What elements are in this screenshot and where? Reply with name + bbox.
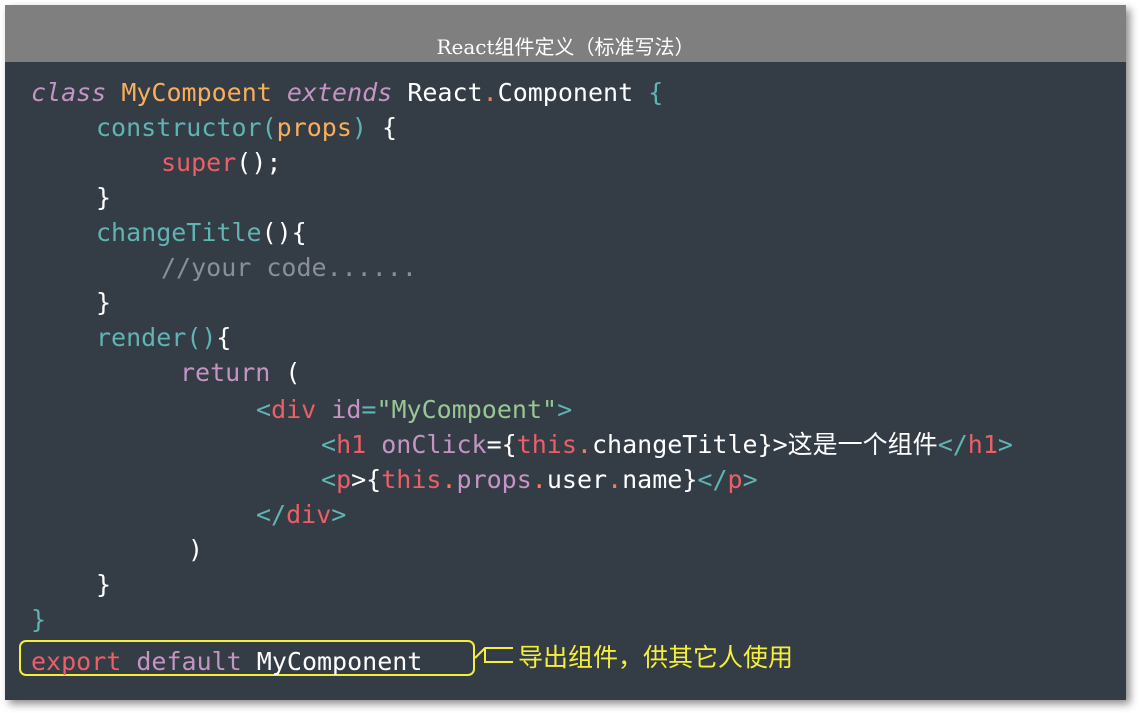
code-line-11: <h1 onClick={this.changeTitle}>这是一个组件</h… xyxy=(321,428,1013,462)
code-panel: React组件定义（标准写法） class MyCompoent extends… xyxy=(5,5,1126,700)
open-brace: { xyxy=(648,78,664,107)
tag-bracket: </ xyxy=(697,465,728,494)
attr-equals-brace: ={ xyxy=(486,430,517,459)
user-member: user xyxy=(546,465,608,494)
code-line-16: } xyxy=(31,603,46,637)
code-line-6: //your code...... xyxy=(161,251,417,285)
tag-bracket: </ xyxy=(937,430,968,459)
code-line-4: } xyxy=(96,181,111,215)
code-line-7: } xyxy=(96,286,111,320)
dot-operator: . xyxy=(607,465,623,494)
code-line-8: render(){ xyxy=(96,321,231,355)
dot-operator: . xyxy=(441,465,457,494)
tag-div: div xyxy=(286,500,332,529)
expr-close: } xyxy=(682,465,698,494)
code-line-2: constructor(props) { xyxy=(96,111,397,145)
handler-name: changeTitle xyxy=(591,430,758,459)
code-line-10: <div id="MyCompoent"> xyxy=(256,393,572,427)
h1-text: 这是一个组件 xyxy=(787,430,938,459)
props-member: props xyxy=(456,465,532,494)
tag-bracket: < xyxy=(321,465,337,494)
paren: ) xyxy=(351,113,367,142)
export-annotation: 导出组件，供其它人使用 xyxy=(518,643,794,672)
props-param: props xyxy=(276,113,352,142)
open-brace: { xyxy=(382,113,398,142)
method-render: render xyxy=(96,323,187,352)
react-identifier: React xyxy=(407,78,483,107)
tag-bracket: < xyxy=(256,395,272,424)
close-brace: } xyxy=(96,570,112,599)
tag-h1: h1 xyxy=(967,430,998,459)
export-keyword: export xyxy=(31,647,122,676)
this-keyword: this xyxy=(516,430,577,459)
dot-operator: . xyxy=(531,465,547,494)
dot-operator: . xyxy=(482,78,498,107)
tag-bracket: </ xyxy=(256,500,287,529)
default-keyword: default xyxy=(136,647,242,676)
tag-h1: h1 xyxy=(336,430,367,459)
tag-p: p xyxy=(727,465,743,494)
code-line-12: <p>{this.props.user.name}</p> xyxy=(321,463,758,497)
keyword-class: class xyxy=(31,78,107,107)
component-identifier: Component xyxy=(497,78,634,107)
tag-bracket: > xyxy=(742,465,758,494)
code-line-13: </div> xyxy=(256,498,346,532)
attr-onClick: onClick xyxy=(381,430,487,459)
close-brace: } xyxy=(31,605,47,634)
attr-equals: = xyxy=(361,395,377,424)
open-brace: { xyxy=(216,323,232,352)
return-keyword: return xyxy=(180,358,271,387)
code-block: class MyCompoent extends React.Component… xyxy=(5,62,1126,700)
code-comment: //your code...... xyxy=(161,253,417,282)
close-brace: } xyxy=(96,288,112,317)
code-line-9: return ( xyxy=(180,356,300,390)
name-member: name xyxy=(622,465,683,494)
attr-id: id xyxy=(331,395,362,424)
tag-p: p xyxy=(336,465,352,494)
code-line-14: ) xyxy=(188,533,203,567)
code-line-5: changeTitle(){ xyxy=(96,216,307,250)
code-line-17: export default MyComponent xyxy=(31,645,422,679)
tag-bracket: > xyxy=(997,430,1013,459)
tag-bracket: > xyxy=(557,395,573,424)
class-name: MyCompoent xyxy=(121,78,272,107)
attr-value: "MyCompoent" xyxy=(376,395,558,424)
call-parens: (); xyxy=(236,148,282,177)
title-bar: React组件定义（标准写法） xyxy=(5,5,1126,62)
method-parens: () xyxy=(186,323,217,352)
expr-open: >{ xyxy=(351,465,382,494)
paren: ( xyxy=(261,113,277,142)
tag-bracket: < xyxy=(321,430,337,459)
close-brace: } xyxy=(96,183,112,212)
constructor-keyword: constructor xyxy=(96,113,262,142)
super-call: super xyxy=(161,148,237,177)
keyword-extends: extends xyxy=(286,78,393,107)
code-line-15: } xyxy=(96,568,111,602)
dot-operator: . xyxy=(576,430,592,459)
open-paren: ( xyxy=(285,358,301,387)
close-brace-bracket: }> xyxy=(757,430,788,459)
tag-div: div xyxy=(271,395,317,424)
code-line-1: class MyCompoent extends React.Component… xyxy=(31,76,663,110)
method-changeTitle: changeTitle xyxy=(96,218,262,247)
tag-bracket: > xyxy=(331,500,347,529)
panel-title: React组件定义（标准写法） xyxy=(436,35,695,59)
code-line-3: super(); xyxy=(161,146,281,180)
method-parens: (){ xyxy=(261,218,307,247)
close-paren: ) xyxy=(188,535,204,564)
exported-component: MyComponent xyxy=(256,647,423,676)
this-keyword: this xyxy=(381,465,442,494)
